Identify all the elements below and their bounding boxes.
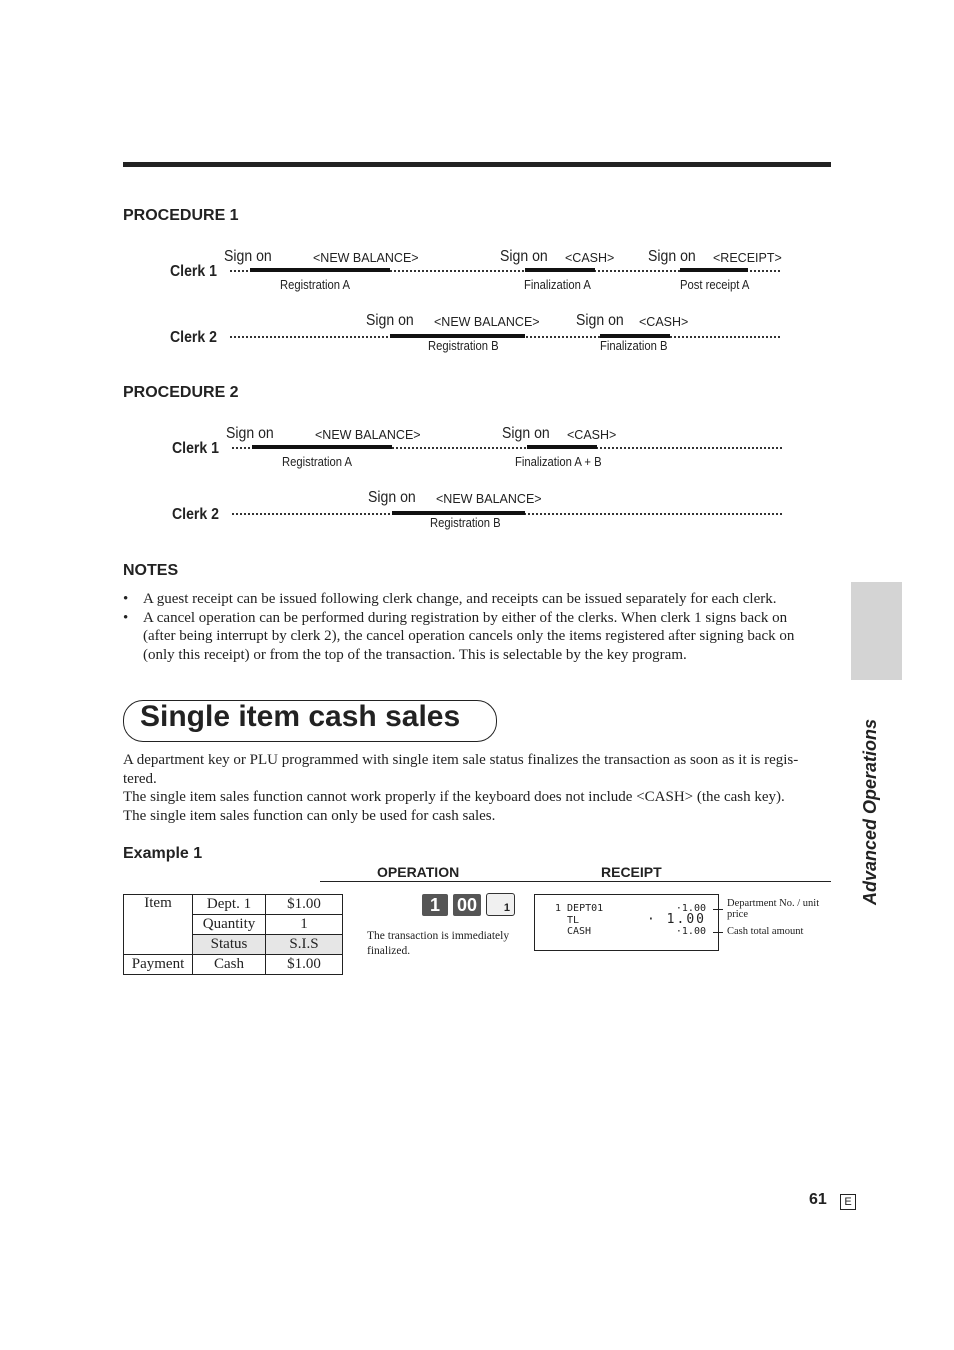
segment-caption: Registration A: [282, 455, 353, 469]
section-tab-label: Advanced Operations: [860, 718, 880, 905]
paragraph: The single item sales function can only …: [123, 807, 496, 824]
operation-note: The transaction is immediately finalized…: [367, 930, 510, 957]
receipt-box: 1 DEPT01 ·1.00 TL · 1.00 CASH ·1.00: [534, 894, 719, 951]
operation-label: OPERATION: [377, 864, 460, 880]
note-item: • A guest receipt can be issued followin…: [123, 590, 813, 609]
dept-key-label: 1: [503, 902, 510, 914]
sign-on-label: Sign on: [366, 312, 414, 329]
key-label: <NEW BALANCE>: [313, 251, 419, 265]
sign-on-label: Sign on: [224, 248, 272, 265]
section-body: A department key or PLU programmed with …: [123, 751, 813, 825]
note-text: A guest receipt can be issued following …: [143, 591, 777, 607]
segment-caption: Registration B: [430, 516, 501, 530]
language-badge: E: [840, 1194, 856, 1210]
post-receipt-a-bar: [680, 268, 748, 272]
sign-on-label: Sign on: [648, 248, 696, 265]
annotation-dept-price: Department No. / unit price: [727, 898, 820, 920]
bullet: •: [123, 609, 129, 626]
status-label-cell: Status: [192, 934, 266, 955]
receipt-line1-left: 1 DEPT01: [555, 903, 604, 914]
paragraph: A department key or PLU programmed with …: [123, 752, 799, 787]
bullet: •: [123, 591, 129, 607]
example-rule: [320, 881, 831, 882]
segment-caption: Finalization A + B: [515, 455, 602, 469]
payment-cell: Payment: [123, 954, 193, 975]
paragraph: The single item sales function cannot wo…: [123, 789, 785, 805]
clerk1-label: Clerk 1: [170, 263, 217, 280]
annotation-leader: [713, 932, 723, 933]
registration-b-bar: [390, 334, 525, 338]
receipt-line2-left: TL: [567, 915, 580, 926]
dept-cell: Dept. 1: [192, 894, 266, 915]
finalization-b-bar: [600, 334, 670, 338]
receipt-label: RECEIPT: [601, 864, 662, 880]
dept-key-1: 1: [486, 893, 515, 916]
section-tab: [851, 582, 902, 680]
registration-a-bar: [250, 268, 390, 272]
finalization-a-bar: [525, 268, 595, 272]
clerk1-label: Clerk 1: [172, 440, 219, 457]
quantity-cell: 1: [265, 914, 343, 935]
key-label: <CASH>: [565, 251, 615, 265]
key-label: <NEW BALANCE>: [436, 492, 542, 506]
segment-caption: Finalization B: [600, 339, 668, 353]
key-label: <NEW BALANCE>: [315, 428, 421, 442]
registration-b-bar: [392, 511, 525, 515]
notes-heading: NOTES: [123, 562, 179, 579]
status-cell: S.I.S: [265, 934, 343, 955]
top-rule: [123, 162, 831, 167]
note-text: A cancel operation can be performed duri…: [143, 609, 795, 663]
note-item: • A cancel operation can be performed du…: [123, 609, 813, 665]
key-00: 00: [453, 894, 481, 916]
key-label: <RECEIPT>: [713, 251, 782, 265]
sign-on-label: Sign on: [368, 489, 416, 506]
procedure2-heading: PROCEDURE 2: [123, 384, 239, 401]
receipt-line2-right: · 1.00: [647, 912, 706, 927]
sign-on-label: Sign on: [502, 425, 550, 442]
segment-caption: Registration A: [280, 278, 351, 292]
quantity-label-cell: Quantity: [192, 914, 266, 935]
clerk2-label: Clerk 2: [172, 506, 219, 523]
segment-caption: Finalization A: [524, 278, 591, 292]
annotation-leader: [713, 909, 723, 910]
item-cell: Item: [123, 894, 193, 955]
segment-caption: Post receipt A: [680, 278, 750, 292]
sign-on-label: Sign on: [576, 312, 624, 329]
section-title: Single item cash sales: [140, 700, 461, 733]
key-1: 1: [422, 894, 448, 916]
key-label: <NEW BALANCE>: [434, 315, 540, 329]
registration-a-bar: [252, 445, 392, 449]
receipt-line3-right: ·1.00: [675, 926, 706, 937]
segment-caption: Registration B: [428, 339, 499, 353]
sign-on-label: Sign on: [226, 425, 274, 442]
example-table: Item Dept. 1 $1.00 Quantity 1 Status S.I…: [123, 894, 343, 975]
key-label: <CASH>: [639, 315, 689, 329]
page-number: 61: [809, 1191, 827, 1208]
key-label: <CASH>: [567, 428, 617, 442]
receipt-line3-left: CASH: [567, 926, 592, 937]
payment-amount-cell: $1.00: [265, 954, 343, 975]
annotation-cash-total: Cash total amount: [727, 926, 804, 937]
finalization-ab-bar: [527, 445, 597, 449]
dept-price-cell: $1.00: [265, 894, 343, 915]
payment-type-cell: Cash: [192, 954, 266, 975]
clerk2-label: Clerk 2: [170, 329, 217, 346]
sign-on-label: Sign on: [500, 248, 548, 265]
example-heading: Example 1: [123, 845, 203, 862]
notes-list: • A guest receipt can be issued followin…: [123, 590, 813, 664]
procedure1-heading: PROCEDURE 1: [123, 207, 239, 224]
